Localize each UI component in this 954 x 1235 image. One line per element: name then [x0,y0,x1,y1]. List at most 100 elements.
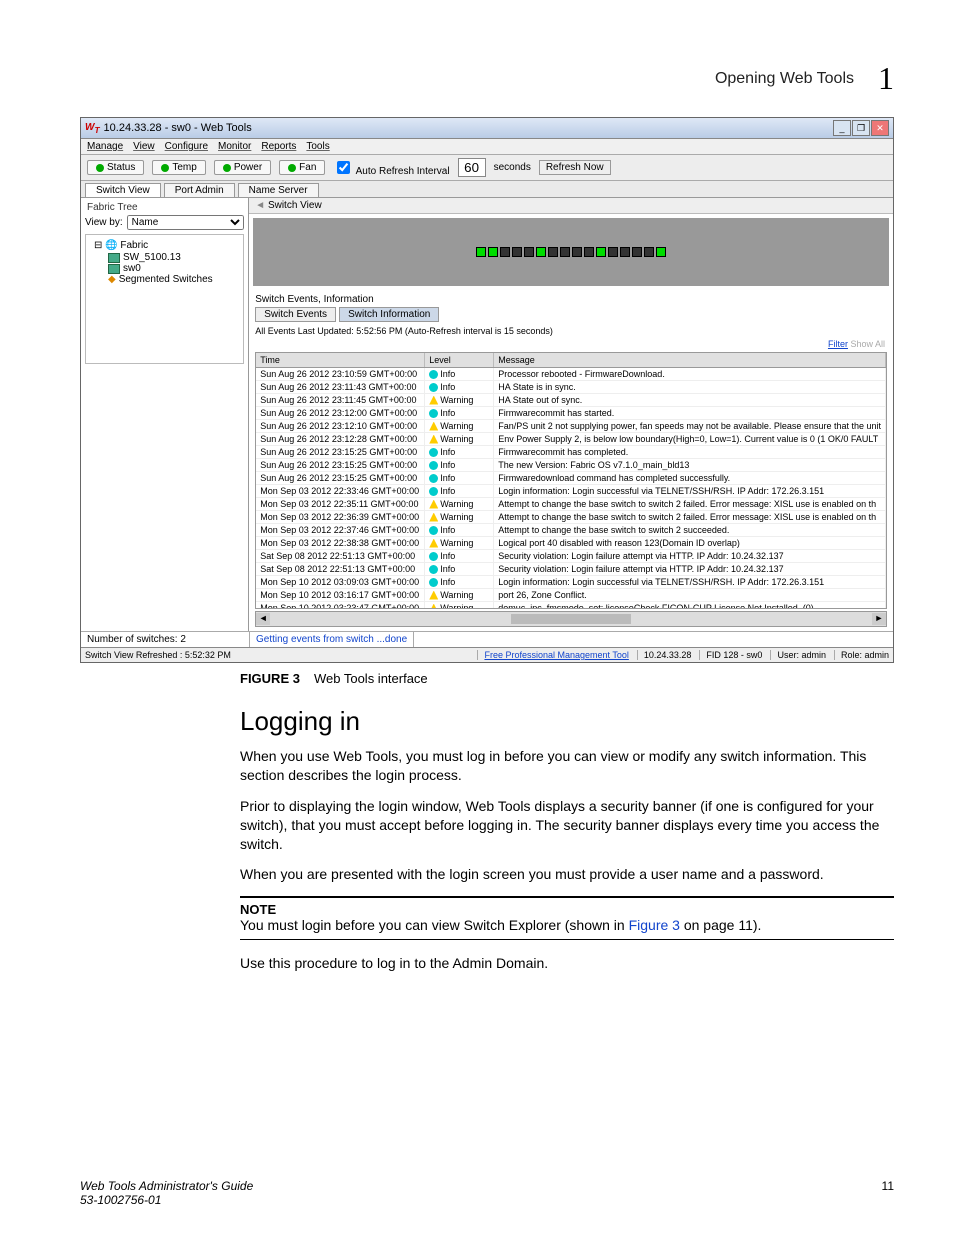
tab-switch-events[interactable]: Switch Events [255,307,336,322]
event-row[interactable]: Sun Aug 26 2012 23:10:59 GMT+00:00InfoPr… [256,368,886,381]
temp-button[interactable]: Temp [152,160,205,175]
statusbar-user: User: admin [770,650,826,660]
power-label: Power [234,162,262,173]
event-row[interactable]: Mon Sep 10 2012 03:23:47 GMT+00:00Warnin… [256,602,886,608]
statusbar-role: Role: admin [834,650,889,660]
switch-chassis-graphic[interactable] [253,218,889,286]
tree-item-segmented[interactable]: ◆Segmented Switches [90,274,239,285]
info-icon [429,383,438,392]
status-label: Status [107,162,135,173]
scroll-thumb[interactable] [511,614,631,624]
event-row[interactable]: Mon Sep 03 2012 22:37:46 GMT+00:00InfoAt… [256,524,886,537]
event-row[interactable]: Sun Aug 26 2012 23:12:28 GMT+00:00Warnin… [256,433,886,446]
statusbar-fid: FID 128 - sw0 [699,650,762,660]
close-button[interactable]: ✕ [871,120,889,136]
event-row[interactable]: Sun Aug 26 2012 23:12:10 GMT+00:00Warnin… [256,420,886,433]
tab-name-server[interactable]: Name Server [238,183,319,197]
warning-icon [429,513,438,522]
event-row[interactable]: Sun Aug 26 2012 23:15:25 GMT+00:00InfoTh… [256,459,886,472]
menu-tools[interactable]: Tools [306,141,329,152]
info-icon [429,409,438,418]
page-footer: Web Tools Administrator's Guide 53-10027… [80,1179,894,1207]
event-row[interactable]: Sun Aug 26 2012 23:15:25 GMT+00:00InfoFi… [256,472,886,485]
col-level-header[interactable]: Level [425,353,494,367]
event-row[interactable]: Sun Aug 26 2012 23:11:43 GMT+00:00InfoHA… [256,381,886,394]
event-row[interactable]: Sun Aug 26 2012 23:11:45 GMT+00:00Warnin… [256,394,886,407]
event-row[interactable]: Mon Sep 10 2012 03:16:17 GMT+00:00Warnin… [256,589,886,602]
tree-item-sw5100[interactable]: SW_5100.13 [90,252,239,263]
menu-manage[interactable]: Manage [87,141,123,152]
scroll-right-button[interactable]: ► [872,613,886,625]
statusbar-ip: 10.24.33.28 [637,650,692,660]
event-row[interactable]: Mon Sep 03 2012 22:33:46 GMT+00:00InfoLo… [256,485,886,498]
figure-label: FIGURE 3 [240,671,300,686]
window-titlebar[interactable]: WT 10.24.33.28 - sw0 - Web Tools _ ❐ ✕ [81,118,893,139]
menu-reports[interactable]: Reports [261,141,296,152]
event-row[interactable]: Sat Sep 08 2012 22:51:13 GMT+00:00InfoSe… [256,563,886,576]
segmented-icon: ◆ [108,274,116,285]
auto-refresh-label: Auto Refresh Interval [356,166,450,177]
refresh-now-button[interactable]: Refresh Now [539,160,611,175]
events-meta: All Events Last Updated: 5:52:56 PM (Aut… [249,324,893,338]
event-row[interactable]: Mon Sep 03 2012 22:36:39 GMT+00:00Warnin… [256,511,886,524]
info-icon [429,552,438,561]
menu-configure[interactable]: Configure [165,141,208,152]
event-row[interactable]: Sun Aug 26 2012 23:15:25 GMT+00:00InfoFi… [256,446,886,459]
temp-label: Temp [172,162,196,173]
events-table: Time Level Message Sun Aug 26 2012 23:10… [255,352,887,609]
tab-switch-information[interactable]: Switch Information [339,307,439,322]
switch-icon [108,253,120,263]
fan-dot-icon [288,164,296,172]
body-p3: When you are presented with the login sc… [240,865,894,884]
warning-icon [429,422,438,431]
event-row[interactable]: Mon Sep 03 2012 22:35:11 GMT+00:00Warnin… [256,498,886,511]
chapter-number: 1 [878,60,894,97]
tree-item-sw0[interactable]: sw0 [90,263,239,274]
tab-port-admin[interactable]: Port Admin [164,183,235,197]
scroll-left-button[interactable]: ◄ [256,613,270,625]
fan-button[interactable]: Fan [279,160,325,175]
switch-icon [108,264,120,274]
status-toolbar: Status Temp Power Fan Auto Refresh Inter… [81,155,893,181]
auto-refresh-checkbox[interactable]: Auto Refresh Interval [333,158,449,177]
body-p4: Use this procedure to log in to the Admi… [240,954,894,973]
menu-monitor[interactable]: Monitor [218,141,251,152]
status-button[interactable]: Status [87,160,144,175]
power-button[interactable]: Power [214,160,271,175]
events-section-label: Switch Events, Information [249,290,893,305]
horizontal-scrollbar[interactable]: ◄ ► [255,611,887,627]
getting-events-status: Getting events from switch ...done [250,632,414,647]
restore-button[interactable]: ❐ [852,120,870,136]
seconds-label: seconds [494,162,531,173]
statusbar-refresh-time: Switch View Refreshed : 5:52:32 PM [85,650,231,660]
event-row[interactable]: Sat Sep 08 2012 22:51:13 GMT+00:00InfoSe… [256,550,886,563]
statusbar: Switch View Refreshed : 5:52:32 PM Free … [81,647,893,662]
page-header-title: Opening Web Tools [715,70,854,88]
col-message-header[interactable]: Message [494,353,886,367]
refresh-interval-input[interactable] [458,158,486,177]
col-time-header[interactable]: Time [256,353,425,367]
warning-icon [429,604,438,609]
tree-root-fabric[interactable]: ⊟ 🌐 Fabric [90,239,239,252]
event-row[interactable]: Sun Aug 26 2012 23:12:00 GMT+00:00InfoFi… [256,407,886,420]
tab-switch-view[interactable]: Switch View [85,183,161,197]
minimize-button[interactable]: _ [833,120,851,136]
power-dot-icon [223,164,231,172]
figure-link[interactable]: Figure 3 [629,917,680,933]
viewby-select[interactable]: Name [127,215,245,230]
menu-view[interactable]: View [133,141,155,152]
info-icon [429,487,438,496]
note-label: NOTE [240,902,894,917]
note-block: NOTE You must login before you can view … [240,896,894,940]
free-tool-link[interactable]: Free Professional Management Tool [477,650,628,660]
info-icon [429,370,438,379]
main-menubar: Manage View Configure Monitor Reports To… [81,139,893,155]
event-row[interactable]: Mon Sep 03 2012 22:38:38 GMT+00:00Warnin… [256,537,886,550]
body-p1: When you use Web Tools, you must log in … [240,747,894,785]
event-row[interactable]: Mon Sep 10 2012 03:09:03 GMT+00:00InfoLo… [256,576,886,589]
fan-label: Fan [299,162,316,173]
footer-page-number: 11 [882,1179,894,1207]
view-tabs: Switch View Port Admin Name Server [81,181,893,198]
filter-link[interactable]: Filter [828,339,848,349]
switchview-header: Switch View [268,200,322,211]
